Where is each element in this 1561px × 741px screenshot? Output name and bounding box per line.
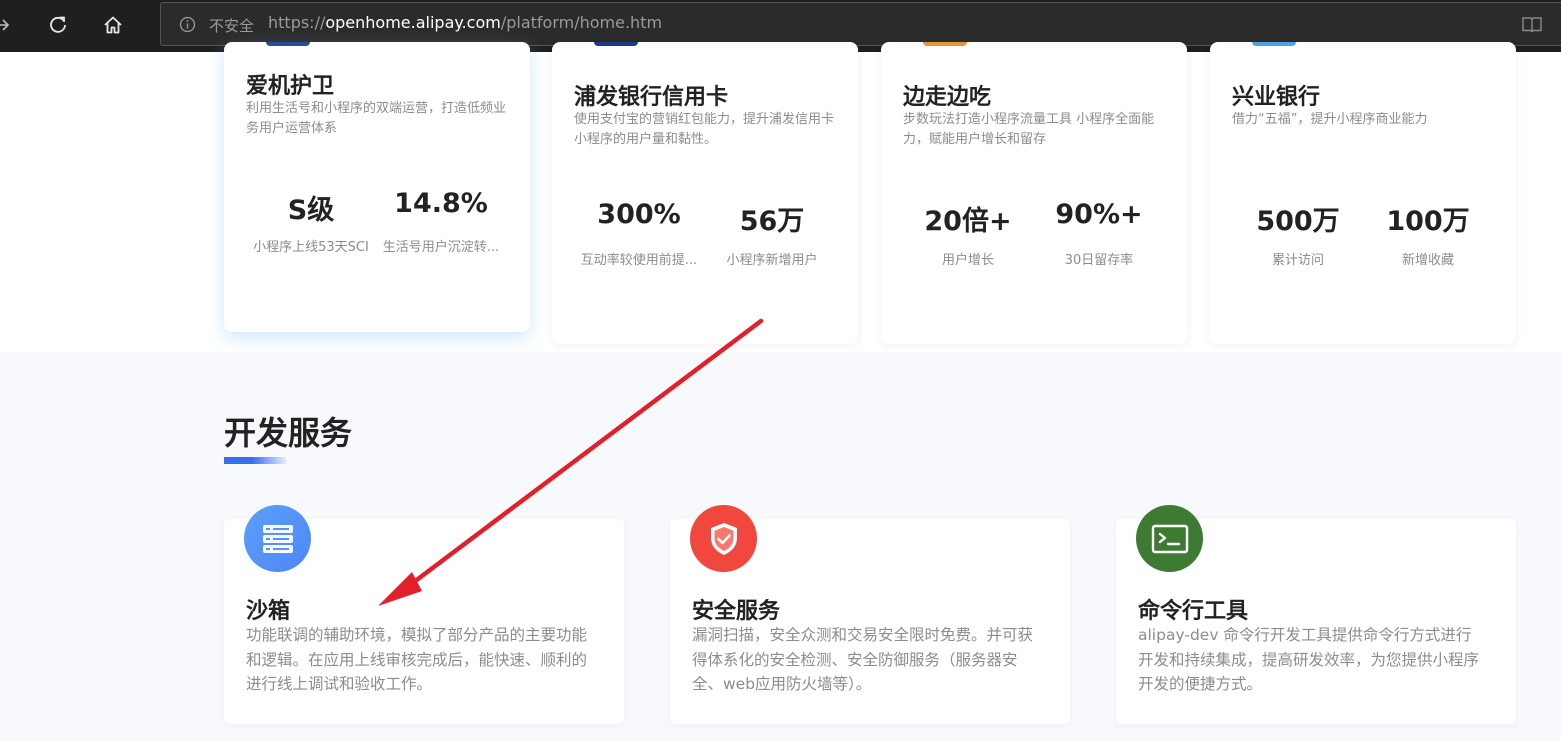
case-logo-accent [266,42,310,46]
forward-arrow-icon[interactable] [0,9,18,41]
case-metric: 500万 累计访问 [1233,199,1363,268]
metric-value: S级 [287,195,335,226]
case-description: 利用生活号和小程序的双端运营，打造低频业务用户运营体系 [246,101,507,136]
case-description: 步数玩法打造小程序流量工具 小程序全面能力，赋能用户增长和留存 [903,112,1155,147]
home-icon[interactable] [97,9,129,41]
service-card-security[interactable]: 安全服务 漏洞扫描，安全众测和交易安全限时免费。并可获得体系化的安全检测、安全防… [670,505,1070,724]
case-description: 借力“五福”，提升小程序商业能力 [1232,112,1428,127]
case-metric: 14.8% 生活号用户沉淀转... [376,188,506,255]
service-description: 功能联调的辅助环境，模拟了部分产品的主要功能和逻辑。在应用上线审核完成后，能快速… [246,626,588,693]
case-description: 使用支付宝的营销红包能力，提升浦发信用卡小程序的用户量和黏性。 [574,112,835,147]
shield-check-icon [690,505,757,572]
service-description: alipay-dev 命令行开发工具提供命令行方式进行开发和持续集成，提高研发效… [1138,626,1480,693]
metric-label: 生活号用户沉淀转... [382,240,500,255]
case-metric: 90%+ 30日留存率 [1034,199,1164,268]
case-title: 浦发银行信用卡 [574,85,729,110]
service-title: 命令行工具 [1138,599,1249,624]
service-card-sandbox[interactable]: 沙箱 功能联调的辅助环境，模拟了部分产品的主要功能和逻辑。在应用上线审核完成后，… [224,505,624,724]
metric-label: 新增收藏 [1401,253,1454,268]
case-metric: 100万 新增收藏 [1363,199,1493,268]
case-logo-accent [1252,42,1296,46]
case-cards-section: 爱机护卫 利用生活号和小程序的双端运营，打造低频业务用户运营体系 S级 小程序上… [0,42,1561,352]
case-card[interactable]: 边走边吃 步数玩法打造小程序流量工具 小程序全面能力，赋能用户增长和留存 20倍… [881,42,1187,344]
case-metric: 56万 小程序新增用户 [707,199,837,268]
section-title: 开发服务 [224,414,353,452]
metric-label: 互动率较使用前提... [580,253,698,268]
case-logo-accent [923,42,967,46]
metric-label: 小程序新增用户 [726,253,818,268]
case-card[interactable]: 浦发银行信用卡 使用支付宝的营销红包能力，提升浦发信用卡小程序的用户量和黏性。 … [552,42,858,344]
metric-label: 累计访问 [1271,253,1324,268]
metric-value: 14.8% [394,188,488,219]
service-title: 沙箱 [246,599,291,624]
service-card-cli[interactable]: 命令行工具 alipay-dev 命令行开发工具提供命令行方式进行开发和持续集成… [1116,505,1516,724]
case-title: 兴业银行 [1232,85,1321,110]
url-text[interactable]: https://openhome.alipay.com/platform/hom… [268,13,662,32]
case-logo-accent [594,42,638,46]
case-metric: 300% 互动率较使用前提... [574,199,704,268]
case-title: 边走边吃 [903,85,992,110]
reader-mode-icon[interactable] [1521,15,1543,39]
service-title: 安全服务 [692,599,781,624]
info-icon[interactable] [179,16,196,37]
terminal-icon [1136,505,1203,572]
metric-value: 20倍+ [924,206,1012,237]
dev-services-section: 开发服务 沙箱 功能联调的辅助环境，模拟了部分产品的主要功能和逻辑。在应用上线审… [0,352,1561,741]
metric-value: 300% [597,199,681,230]
case-metric: S级 小程序上线53天SCI [246,188,376,255]
metric-label: 30日留存率 [1064,253,1134,268]
server-icon [244,505,311,572]
case-metric: 20倍+ 用户增长 [903,199,1033,268]
address-bar[interactable]: 不安全 https://openhome.alipay.com/platform… [160,2,1561,46]
metric-label: 小程序上线53天SCI [253,240,369,255]
case-card[interactable]: 兴业银行 借力“五福”，提升小程序商业能力 500万 累计访问 100万 新增收… [1210,42,1516,344]
metric-value: 100万 [1386,206,1470,237]
service-description: 漏洞扫描，安全众测和交易安全限时免费。并可获得体系化的安全检测、安全防御服务（服… [692,626,1034,693]
section-title-underline [224,457,286,464]
case-title: 爱机护卫 [246,74,335,99]
metric-value: 500万 [1256,206,1340,237]
metric-value: 90%+ [1055,199,1143,230]
insecure-label: 不安全 [209,17,255,35]
metric-label: 用户增长 [941,253,994,268]
metric-value: 56万 [739,206,805,237]
refresh-icon[interactable] [42,9,74,41]
case-card[interactable]: 爱机护卫 利用生活号和小程序的双端运营，打造低频业务用户运营体系 S级 小程序上… [224,42,530,332]
